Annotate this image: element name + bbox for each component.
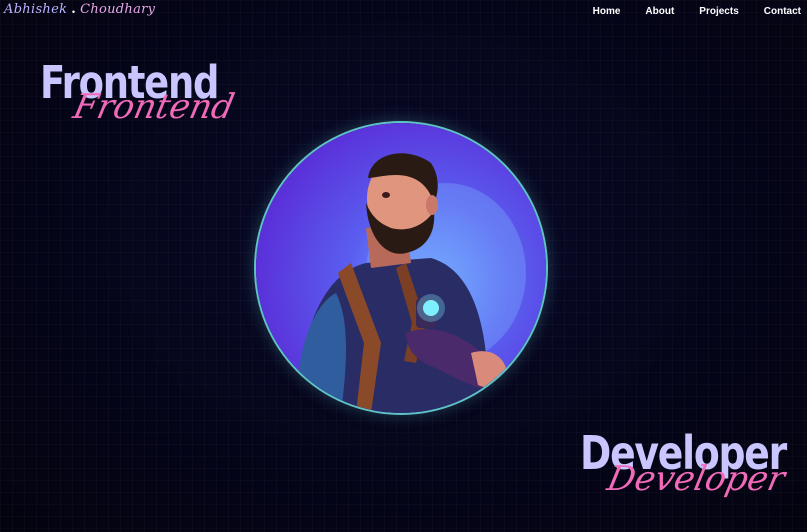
nav-link-contact[interactable]: Contact [763,6,801,17]
developer-script-text: Developer [603,459,789,499]
avatar [256,123,546,413]
frontend-script-text: Frontend [69,87,238,127]
hero-title-frontend: Frontend Frontend [40,60,257,127]
logo-dot: . [71,2,77,17]
site-logo[interactable]: Abhishek. Choudhary [4,2,155,17]
logo-last-name: Choudhary [80,2,156,17]
main-nav: Home About Projects Contact [592,6,801,17]
logo-first-name: Abhishek [4,2,68,17]
developer-illustration [296,153,526,413]
nav-link-home[interactable]: Home [592,6,621,17]
nav-link-projects[interactable]: Projects [699,6,739,17]
nav-link-about[interactable]: About [645,6,675,17]
hero-title-developer: Developer Developer [580,430,807,499]
